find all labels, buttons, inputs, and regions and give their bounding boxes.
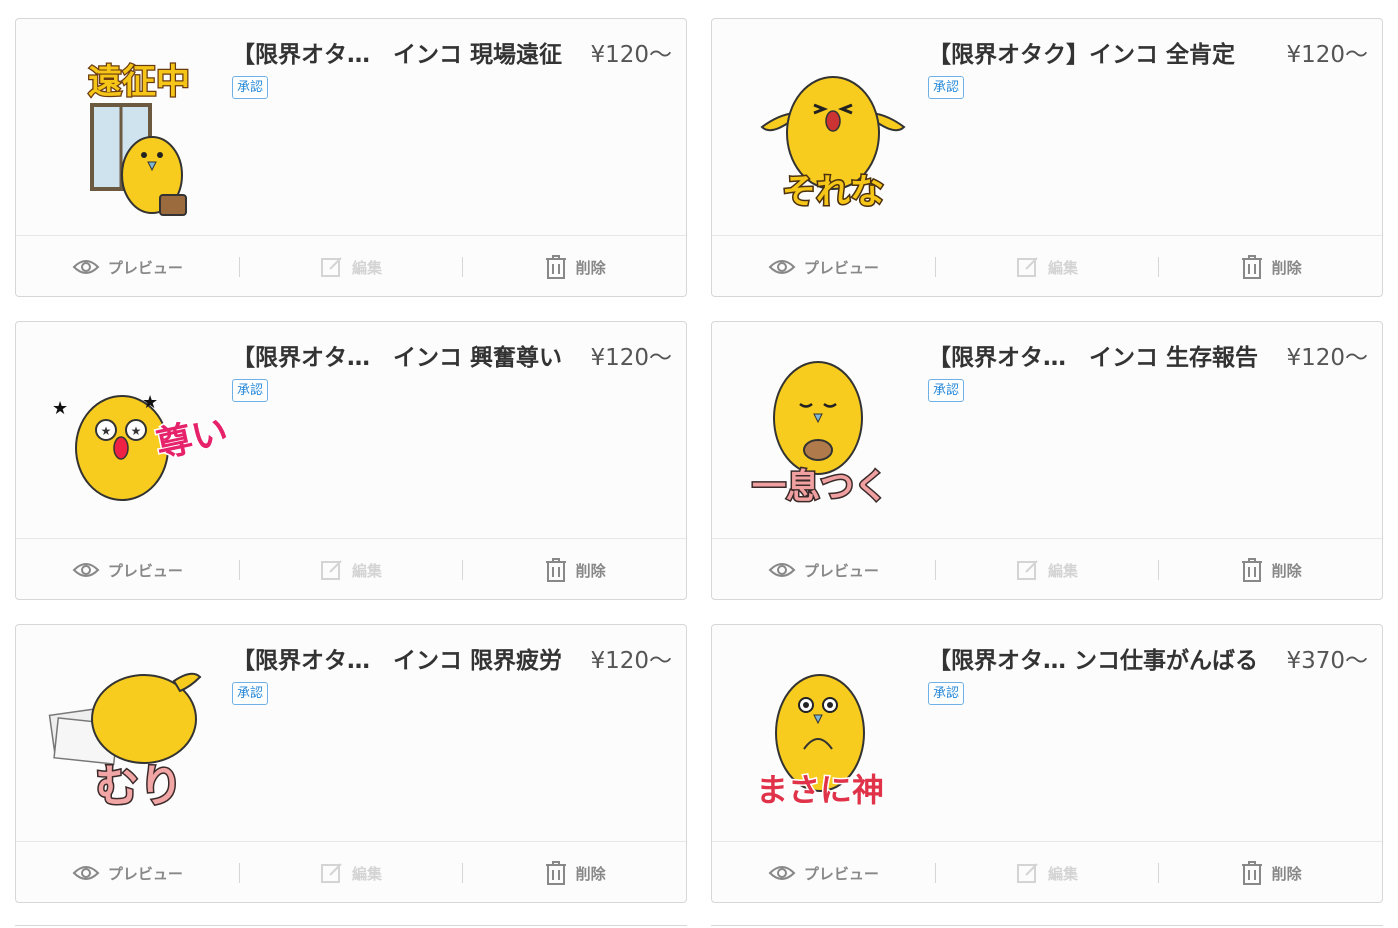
preview-label: プレビュー	[107, 864, 183, 883]
preview-label: プレビュー	[803, 864, 879, 883]
sticker-price: ¥370〜	[1286, 648, 1368, 674]
delete-button[interactable]: 削除	[1159, 843, 1382, 902]
edit-button[interactable]: 編集	[240, 237, 463, 296]
status-badge: 承認	[928, 76, 965, 99]
sticker-title[interactable]: 【限界オタ… インコ 現場遠征	[232, 35, 570, 69]
edit-label: 編集	[1048, 258, 1079, 277]
sticker-title[interactable]: 【限界オタク】インコ 全肯定	[928, 35, 1266, 69]
svg-text:★: ★	[52, 398, 68, 419]
status-badge: 承認	[232, 76, 269, 99]
delete-button[interactable]: 削除	[463, 237, 686, 296]
sticker-card: むり 【限界オタ… インコ 限界疲労 ¥120〜 承認 プレビュー 編集 削除	[15, 624, 687, 903]
edit-label: 編集	[1048, 561, 1079, 580]
parakeet-travel-sticker[interactable]: 遠征中	[44, 35, 234, 225]
sticker-text: 尊い	[153, 411, 232, 466]
preview-button[interactable]: プレビュー	[16, 843, 239, 902]
trash-icon	[1240, 860, 1264, 886]
delete-button[interactable]: 削除	[463, 540, 686, 599]
parakeet-excited-sticker[interactable]: ★ ★ ★ ★ 尊い	[44, 338, 234, 528]
sticker-price: ¥120〜	[590, 648, 672, 674]
edit-button[interactable]: 編集	[936, 843, 1159, 902]
delete-label: 削除	[575, 258, 606, 277]
eye-icon	[768, 258, 796, 276]
edit-icon	[1016, 558, 1040, 582]
edit-label: 編集	[352, 258, 383, 277]
preview-button[interactable]: プレビュー	[16, 237, 239, 296]
preview-button[interactable]: プレビュー	[712, 843, 935, 902]
sticker-title[interactable]: 【限界オタ… ンコ仕事がんばる	[928, 641, 1266, 675]
edit-icon	[320, 255, 344, 279]
eye-icon	[768, 561, 796, 579]
preview-label: プレビュー	[803, 258, 879, 277]
parakeet-tea-sticker[interactable]: 一息つく	[740, 338, 930, 528]
sticker-text: 遠征中	[88, 62, 190, 102]
delete-label: 削除	[575, 561, 606, 580]
delete-button[interactable]: 削除	[1159, 237, 1382, 296]
sticker-card: ★ ★ ★ ★ 尊い 【限界オタ… インコ 興奮尊い ¥120〜 承認 プレビュ…	[15, 321, 687, 600]
preview-button[interactable]: プレビュー	[16, 540, 239, 599]
parakeet-tired-sticker[interactable]: むり	[44, 641, 234, 831]
delete-button[interactable]: 削除	[463, 843, 686, 902]
edit-icon	[320, 558, 344, 582]
edit-button[interactable]: 編集	[936, 237, 1159, 296]
sticker-text: 一息つく	[752, 467, 888, 507]
status-badge: 承認	[928, 682, 965, 705]
sticker-card-grid: 遠征中 【限界オタ… インコ 現場遠征 ¥120〜 承認 プレビュー 編集 削除…	[0, 0, 1398, 928]
preview-button[interactable]: プレビュー	[712, 540, 935, 599]
sticker-card: 一息つく 【限界オタ… インコ 生存報告 ¥120〜 承認 プレビュー 編集 削…	[711, 321, 1383, 600]
sticker-price: ¥120〜	[1286, 345, 1368, 371]
edit-icon	[320, 861, 344, 885]
sticker-card: 遠征中 【限界オタ… インコ 現場遠征 ¥120〜 承認 プレビュー 編集 削除	[15, 18, 687, 297]
preview-label: プレビュー	[107, 561, 183, 580]
eye-icon	[72, 258, 100, 276]
status-badge: 承認	[928, 379, 965, 402]
sticker-text: むり	[95, 761, 183, 812]
sticker-title[interactable]: 【限界オタ… インコ 生存報告	[928, 338, 1266, 372]
trash-icon	[1240, 557, 1264, 583]
svg-text:★: ★	[131, 424, 142, 438]
preview-label: プレビュー	[803, 561, 879, 580]
sticker-card: まさに神 【限界オタ… ンコ仕事がんばる ¥370〜 承認 プレビュー 編集 削…	[711, 624, 1383, 903]
trash-icon	[544, 254, 568, 280]
svg-text:★: ★	[101, 424, 112, 438]
sticker-price: ¥120〜	[590, 42, 672, 68]
svg-text:★: ★	[142, 392, 158, 413]
delete-label: 削除	[1271, 864, 1302, 883]
eye-icon	[72, 561, 100, 579]
parakeet-pray-sticker[interactable]: まさに神	[740, 641, 930, 831]
edit-label: 編集	[1048, 864, 1079, 883]
delete-label: 削除	[1271, 561, 1302, 580]
preview-button[interactable]: プレビュー	[712, 237, 935, 296]
edit-icon	[1016, 255, 1040, 279]
delete-label: 削除	[1271, 258, 1302, 277]
delete-label: 削除	[575, 864, 606, 883]
trash-icon	[1240, 254, 1264, 280]
sticker-card: それな 【限界オタク】インコ 全肯定 ¥120〜 承認 プレビュー 編集 削除	[711, 18, 1383, 297]
edit-label: 編集	[352, 864, 383, 883]
delete-button[interactable]: 削除	[1159, 540, 1382, 599]
sticker-text: それな	[782, 172, 884, 212]
trash-icon	[544, 860, 568, 886]
eye-icon	[768, 864, 796, 882]
edit-icon	[1016, 861, 1040, 885]
edit-button[interactable]: 編集	[240, 843, 463, 902]
preview-label: プレビュー	[107, 258, 183, 277]
sticker-text: まさに神	[756, 771, 884, 809]
edit-button[interactable]: 編集	[240, 540, 463, 599]
status-badge: 承認	[232, 379, 269, 402]
edit-button[interactable]: 編集	[936, 540, 1159, 599]
edit-label: 編集	[352, 561, 383, 580]
trash-icon	[544, 557, 568, 583]
sticker-price: ¥120〜	[590, 345, 672, 371]
eye-icon	[72, 864, 100, 882]
sticker-title[interactable]: 【限界オタ… インコ 興奮尊い	[232, 338, 570, 372]
sticker-title[interactable]: 【限界オタ… インコ 限界疲労	[232, 641, 570, 675]
parakeet-agree-sticker[interactable]: それな	[740, 35, 930, 225]
status-badge: 承認	[232, 682, 269, 705]
sticker-price: ¥120〜	[1286, 42, 1368, 68]
